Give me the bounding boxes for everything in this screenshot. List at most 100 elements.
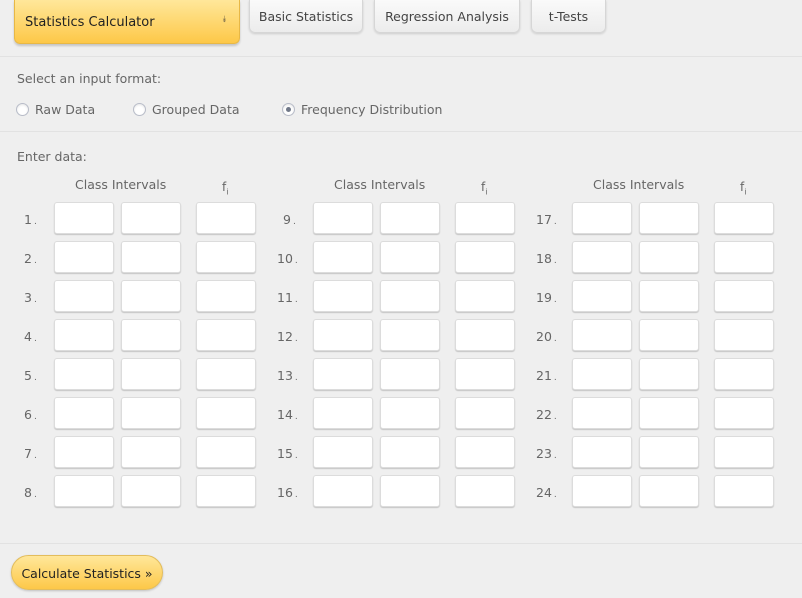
class-upper-bound-input[interactable] <box>121 202 181 234</box>
class-upper-bound-input[interactable] <box>380 319 440 351</box>
frequency-input[interactable] <box>196 475 256 507</box>
calculate-statistics-button[interactable]: Calculate Statistics » <box>11 555 163 590</box>
frequency-input[interactable] <box>455 319 515 351</box>
class-lower-bound-input[interactable] <box>572 280 632 312</box>
class-lower-bound-input[interactable] <box>572 358 632 390</box>
frequency-input[interactable] <box>196 280 256 312</box>
class-lower-bound-input[interactable] <box>572 397 632 429</box>
class-upper-bound-input[interactable] <box>380 475 440 507</box>
frequency-input[interactable] <box>455 475 515 507</box>
tab-t-tests[interactable]: t-Tests <box>531 0 606 33</box>
class-upper-bound-input[interactable] <box>121 397 181 429</box>
class-lower-bound-input[interactable] <box>572 202 632 234</box>
row-number-value: 8 <box>24 485 32 500</box>
class-lower-bound-input[interactable] <box>572 241 632 273</box>
frequency-input[interactable] <box>196 397 256 429</box>
frequency-input[interactable] <box>196 241 256 273</box>
frequency-input[interactable] <box>714 436 774 468</box>
radio-frequency-distribution[interactable]: Frequency Distribution <box>282 101 442 117</box>
class-upper-bound-input[interactable] <box>380 241 440 273</box>
class-lower-bound-input[interactable] <box>54 319 114 351</box>
frequency-input[interactable] <box>714 319 774 351</box>
class-lower-bound-input[interactable] <box>313 436 373 468</box>
row-number-dot: . <box>294 373 298 383</box>
class-lower-bound-input[interactable] <box>54 397 114 429</box>
class-lower-bound-input[interactable] <box>313 241 373 273</box>
class-upper-bound-input[interactable] <box>639 202 699 234</box>
row-number-dot: . <box>33 451 37 461</box>
row-number-value: 12 <box>277 329 293 344</box>
radio-grouped-data[interactable]: Grouped Data <box>133 101 240 117</box>
radio-circle[interactable] <box>16 102 29 116</box>
frequency-input[interactable] <box>196 436 256 468</box>
class-lower-bound-input[interactable] <box>54 475 114 507</box>
class-lower-bound-input[interactable] <box>313 475 373 507</box>
radio-raw-data[interactable]: Raw Data <box>16 101 95 117</box>
class-upper-bound-input[interactable] <box>380 436 440 468</box>
class-upper-bound-input[interactable] <box>121 358 181 390</box>
frequency-header-subscript: i <box>226 187 229 197</box>
class-upper-bound-input[interactable] <box>121 241 181 273</box>
frequency-input[interactable] <box>196 358 256 390</box>
frequency-input[interactable] <box>196 319 256 351</box>
row-number: 17. <box>536 212 566 227</box>
class-lower-bound-input[interactable] <box>572 475 632 507</box>
class-upper-bound-input[interactable] <box>380 358 440 390</box>
class-upper-bound-input[interactable] <box>121 436 181 468</box>
row-number-dot: . <box>292 217 296 227</box>
class-upper-bound-input[interactable] <box>639 358 699 390</box>
class-lower-bound-input[interactable] <box>54 436 114 468</box>
class-upper-bound-input[interactable] <box>121 319 181 351</box>
class-lower-bound-input[interactable] <box>313 358 373 390</box>
class-upper-bound-input[interactable] <box>121 280 181 312</box>
tab-regression-analysis[interactable]: Regression Analysis <box>374 0 520 33</box>
class-lower-bound-input[interactable] <box>54 241 114 273</box>
class-upper-bound-input[interactable] <box>639 280 699 312</box>
row-number-dot: . <box>553 256 557 266</box>
frequency-input[interactable] <box>714 280 774 312</box>
class-upper-bound-input[interactable] <box>380 280 440 312</box>
frequency-input[interactable] <box>714 358 774 390</box>
class-lower-bound-input[interactable] <box>54 280 114 312</box>
frequency-input[interactable] <box>714 241 774 273</box>
row-number: 18. <box>536 251 566 266</box>
class-lower-bound-input[interactable] <box>572 319 632 351</box>
row-number-dot: . <box>33 490 37 500</box>
row-number-value: 10 <box>277 251 293 266</box>
class-lower-bound-input[interactable] <box>572 436 632 468</box>
row-number-value: 19 <box>536 290 552 305</box>
row-number: 7. <box>24 446 54 461</box>
class-upper-bound-input[interactable] <box>121 475 181 507</box>
class-upper-bound-input[interactable] <box>639 475 699 507</box>
radio-circle[interactable] <box>133 102 146 116</box>
radio-label: Raw Data <box>35 101 96 117</box>
frequency-input[interactable] <box>455 436 515 468</box>
frequency-input[interactable] <box>455 280 515 312</box>
row-number-value: 15 <box>277 446 293 461</box>
frequency-input[interactable] <box>714 202 774 234</box>
class-lower-bound-input[interactable] <box>313 397 373 429</box>
frequency-input[interactable] <box>455 241 515 273</box>
frequency-input[interactable] <box>714 397 774 429</box>
frequency-input[interactable] <box>714 475 774 507</box>
frequency-input[interactable] <box>196 202 256 234</box>
frequency-input[interactable] <box>455 202 515 234</box>
class-upper-bound-input[interactable] <box>380 397 440 429</box>
class-lower-bound-input[interactable] <box>54 202 114 234</box>
tab-basic-statistics[interactable]: Basic Statistics <box>249 0 363 33</box>
radio-label: Grouped Data <box>152 101 240 117</box>
class-upper-bound-input[interactable] <box>639 397 699 429</box>
radio-circle-selected[interactable] <box>282 102 295 116</box>
class-upper-bound-input[interactable] <box>639 319 699 351</box>
frequency-input[interactable] <box>455 358 515 390</box>
class-lower-bound-input[interactable] <box>54 358 114 390</box>
class-lower-bound-input[interactable] <box>313 202 373 234</box>
row-number-dot: . <box>553 490 557 500</box>
class-lower-bound-input[interactable] <box>313 280 373 312</box>
class-upper-bound-input[interactable] <box>639 241 699 273</box>
calculator-select-dropdown[interactable]: Statistics Calculator ⯯ <box>14 0 240 44</box>
class-lower-bound-input[interactable] <box>313 319 373 351</box>
frequency-input[interactable] <box>455 397 515 429</box>
class-upper-bound-input[interactable] <box>639 436 699 468</box>
class-upper-bound-input[interactable] <box>380 202 440 234</box>
